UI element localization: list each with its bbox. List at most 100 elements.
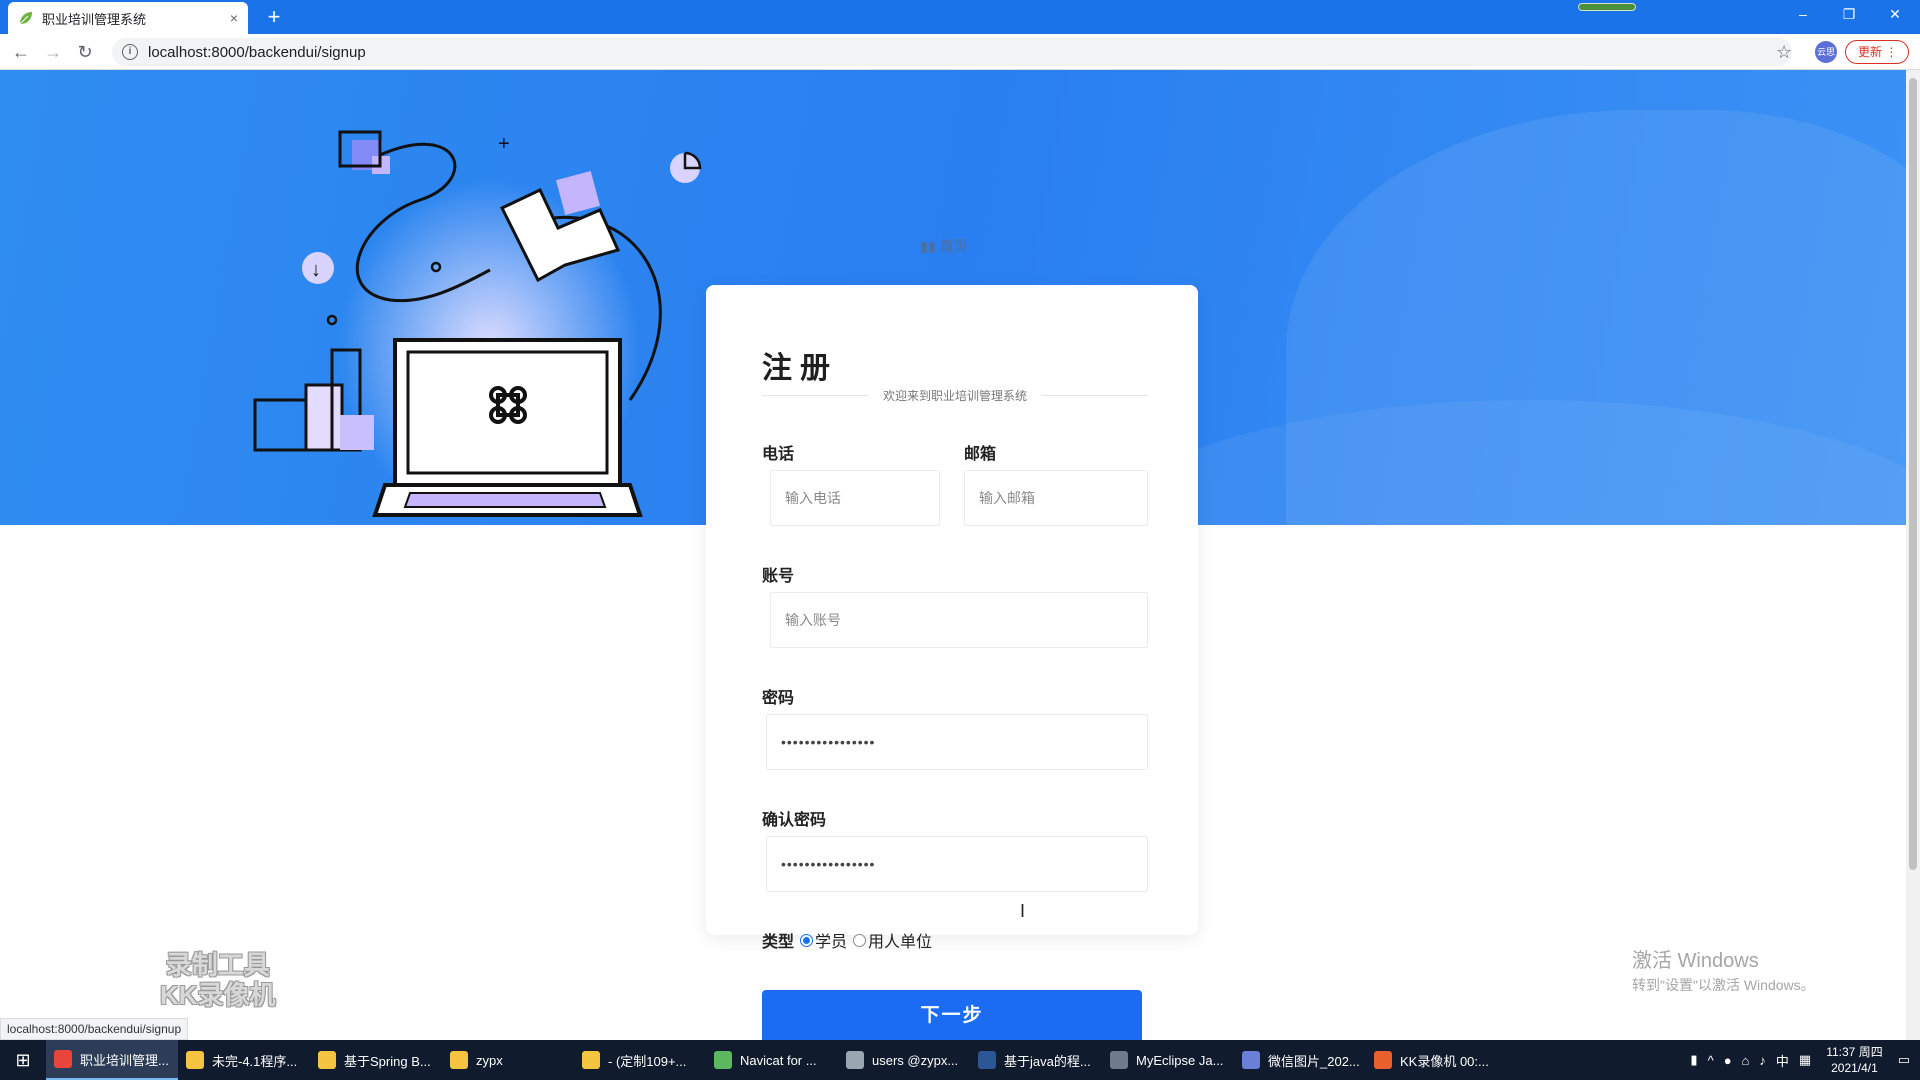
browser-toolbar: ← → ↻ i localhost:8000/backendui/signup … — [0, 34, 1920, 70]
notification-icon[interactable]: ▭ — [1898, 1052, 1910, 1068]
leaf-favicon-icon — [19, 12, 32, 25]
clock-date: 2021/4/1 — [1831, 1061, 1878, 1075]
subtitle-row: 欢迎来到职业培训管理系统 — [762, 387, 1149, 403]
email-label: 邮箱 — [964, 446, 997, 463]
network-icon[interactable]: ⌂ — [1742, 1053, 1750, 1068]
recorder-line2: KK录像机 — [160, 980, 276, 1010]
taskbar-item-label: 微信图片_202... — [1268, 1053, 1360, 1069]
laptop-screen-inner — [406, 350, 609, 475]
taskbar-app-icon — [450, 1051, 468, 1069]
taskbar-item[interactable]: 基于java的程... — [970, 1040, 1102, 1080]
divider-left — [762, 394, 869, 396]
info-icon[interactable]: i — [122, 44, 138, 60]
home-link[interactable]: ▮▮ 首页 — [920, 236, 967, 256]
scrollbar-thumb[interactable] — [1909, 78, 1917, 870]
home-link-label: 首页 — [939, 238, 968, 254]
taskbar-app-icon — [54, 1050, 72, 1068]
new-tab-button[interactable]: + — [260, 4, 288, 30]
laptop-keyboard — [403, 492, 607, 508]
signup-card: 注册 欢迎来到职业培训管理系统 电话 邮箱 输入电话 输入邮箱 账号 输入账号 … — [706, 285, 1198, 935]
bar-fill — [340, 415, 374, 450]
phone-field[interactable]: 输入电话 — [770, 470, 940, 526]
system-tray: ▮ ^ ● ⌂ ♪ 中 ▦ 11:37 周四 2021/4/1 ▭ — [1685, 1040, 1920, 1080]
activate-windows-notice: 激活 Windows 转到"设置"以激活 Windows。 — [1632, 944, 1815, 995]
page-title: 注册 — [762, 352, 838, 385]
clock[interactable]: 11:37 周四 2021/4/1 — [1826, 1044, 1882, 1076]
bar-block — [304, 383, 344, 452]
taskbar-item-label: zypx — [476, 1052, 503, 1068]
phone-label: 电话 — [762, 446, 795, 463]
tray-app-icon[interactable]: ● — [1724, 1053, 1732, 1068]
password-value: •••••••••••••••• — [781, 734, 876, 750]
type-radio-student[interactable] — [800, 933, 814, 947]
tray-up-chevron-icon[interactable]: ^ — [1708, 1053, 1714, 1068]
dot-mark-2 — [326, 314, 338, 326]
windows-start-icon[interactable]: ⊞ — [0, 1040, 46, 1080]
confirm-password-value: •••••••••••••••• — [781, 856, 876, 872]
keyboard-grid-icon[interactable]: ▦ — [1799, 1052, 1811, 1068]
url-text: localhost:8000/backendui/signup — [148, 43, 366, 61]
taskbar-item[interactable]: Navicat for ... — [706, 1040, 838, 1080]
taskbar-app-icon — [846, 1051, 864, 1069]
profile-avatar[interactable]: 云思 — [1815, 41, 1837, 63]
taskbar-item[interactable]: 未完-4.1程序... — [178, 1040, 310, 1080]
taskbar-item[interactable]: 职业培训管理... — [46, 1040, 178, 1080]
type-radio-employer[interactable] — [853, 933, 867, 947]
taskbar-item-label: users @zypx... — [872, 1052, 959, 1068]
taskbar-item-label: 职业培训管理... — [80, 1052, 169, 1068]
email-field[interactable]: 输入邮箱 — [964, 470, 1148, 526]
taskbar-item[interactable]: zypx — [442, 1040, 574, 1080]
recorder-watermark: 录制工具 KK录像机 — [160, 950, 276, 1010]
battery-icon[interactable]: ▮ — [1690, 1052, 1697, 1068]
taskbar-item[interactable]: KK录像机 00:... — [1366, 1040, 1498, 1080]
type-option-student: 学员 — [815, 934, 848, 951]
restore-button[interactable]: ❐ — [1826, 0, 1872, 30]
taskbar-item[interactable]: users @zypx... — [838, 1040, 970, 1080]
status-bar-url: localhost:8000/backendui/signup — [0, 1018, 189, 1040]
page-scrollbar[interactable] — [1906, 70, 1920, 1040]
ime-indicator[interactable]: 中 — [1776, 1051, 1789, 1070]
taskbar-item[interactable]: MyEclipse Ja... — [1102, 1040, 1234, 1080]
back-arrow-icon[interactable]: ← — [8, 40, 34, 66]
reload-icon[interactable]: ↻ — [72, 40, 98, 66]
clock-time: 11:37 周四 — [1826, 1045, 1883, 1059]
taskbar-app-icon — [1110, 1051, 1128, 1069]
activate-subtitle: 转到"设置"以激活 Windows。 — [1632, 977, 1815, 993]
taskbar-app-icon — [714, 1051, 732, 1069]
text-cursor-icon: I — [1020, 901, 1026, 921]
taskbar-item-label: 未完-4.1程序... — [212, 1053, 298, 1069]
close-window-button[interactable]: ✕ — [1872, 0, 1918, 30]
update-button[interactable]: 更新 ⋮ — [1845, 40, 1909, 64]
password-label: 密码 — [762, 690, 795, 707]
browser-tabbar: 职业培训管理系统 × + – ❐ ✕ — [0, 0, 1920, 34]
recording-indicator — [1578, 3, 1636, 11]
taskbar-item-label: KK录像机 00:... — [1400, 1053, 1489, 1069]
taskbar-item[interactable]: 基于Spring B... — [310, 1040, 442, 1080]
down-arrow-icon: ↓ — [311, 259, 321, 281]
taskbar-items: 职业培训管理... 未完-4.1程序... 基于Spring B... zypx - (… — [46, 1040, 1498, 1080]
address-bar[interactable]: i localhost:8000/backendui/signup — [112, 38, 1792, 66]
confirm-password-label: 确认密码 — [762, 812, 827, 829]
browser-tab[interactable]: 职业培训管理系统 × — [8, 2, 248, 34]
minimize-button[interactable]: – — [1780, 0, 1826, 30]
tab-close-icon[interactable]: × — [230, 10, 238, 26]
taskbar-item-label: MyEclipse Ja... — [1136, 1052, 1224, 1068]
taskbar-app-icon — [582, 1051, 600, 1069]
taskbar-item[interactable]: 微信图片_202... — [1234, 1040, 1366, 1080]
account-field[interactable]: 输入账号 — [770, 592, 1148, 648]
bookmark-star-icon[interactable]: ☆ — [1776, 42, 1792, 63]
next-step-button[interactable]: 下一步 — [762, 990, 1142, 1042]
type-label: 类型 — [762, 934, 795, 951]
password-field[interactable]: •••••••••••••••• — [766, 714, 1148, 770]
forward-arrow-icon[interactable]: → — [40, 40, 66, 66]
activate-title: 激活 Windows — [1632, 950, 1759, 972]
confirm-password-field[interactable]: •••••••••••••••• — [766, 836, 1148, 892]
taskbar-item[interactable]: - (定制109+... — [574, 1040, 706, 1080]
welcome-subtitle: 欢迎来到职业培训管理系统 — [883, 388, 1028, 403]
taskbar-app-icon — [318, 1051, 336, 1069]
plus-mark: + — [498, 133, 510, 155]
type-row: 类型 学员 用人单位 — [762, 928, 932, 952]
taskbar-item-label: - (定制109+... — [608, 1053, 687, 1069]
volume-icon[interactable]: ♪ — [1759, 1053, 1766, 1068]
laptop-illustration: + ↓ — [253, 130, 702, 520]
